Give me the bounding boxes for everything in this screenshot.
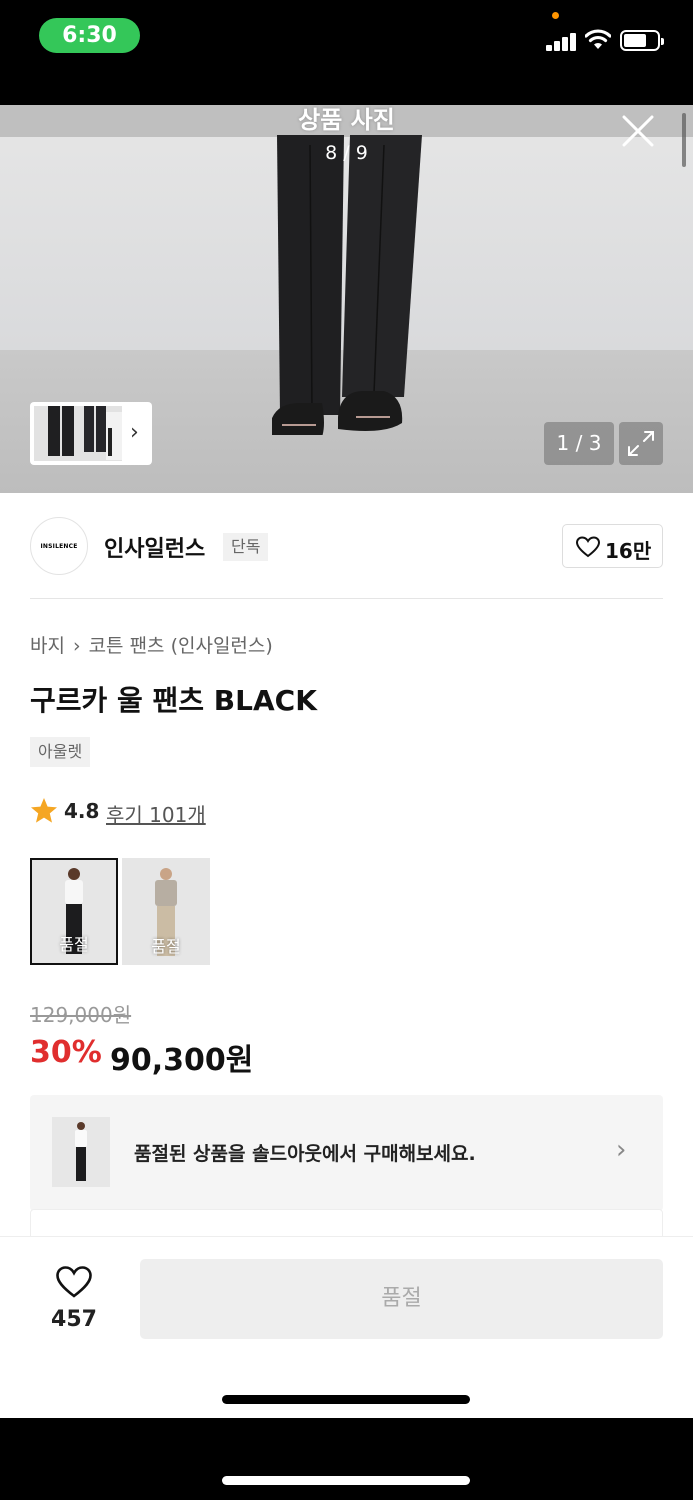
product-detail-content: INSILENCE 인사일런스 단독 16만 바지 › 코튼 팬츠 (인사일런스) … (0, 493, 693, 1236)
star-icon (31, 798, 57, 823)
home-indicator[interactable] (222, 1476, 470, 1485)
wifi-icon (585, 29, 611, 49)
brand-name[interactable]: 인사일런스 (104, 531, 205, 563)
wishlist-button[interactable]: 457 (40, 1261, 108, 1332)
brand-like-button[interactable]: 16만 (562, 524, 663, 568)
close-icon[interactable] (618, 111, 658, 151)
soldout-marketplace-banner[interactable]: 품절된 상품을 솔드아웃에서 구매해보세요. › (30, 1095, 663, 1211)
brand-like-count: 16만 (605, 539, 652, 563)
banner-product-image (52, 1117, 110, 1187)
chevron-right-icon: › (130, 420, 139, 445)
status-bar: 6:30 (0, 0, 693, 105)
exclusive-badge: 단독 (223, 533, 269, 561)
wishlist-count: 457 (51, 1307, 97, 1332)
privacy-indicator-dot (552, 12, 559, 19)
home-indicator (222, 1395, 470, 1404)
expand-icon[interactable] (619, 422, 663, 465)
breadcrumb: 바지 › 코튼 팬츠 (인사일런스) (30, 631, 273, 658)
thumbnail-navigator[interactable]: › (30, 402, 152, 465)
heart-icon (56, 1266, 92, 1298)
brand-logo[interactable]: INSILENCE (30, 517, 88, 575)
outlet-badge: 아울렛 (30, 737, 91, 767)
reviews-link[interactable]: 후기 101개 (106, 799, 206, 828)
next-card (30, 1209, 663, 1236)
viewer-image-counter: 8 / 9 (325, 142, 368, 164)
image-page-indicator: 1 / 3 (544, 422, 614, 465)
chevron-right-icon: › (72, 635, 81, 657)
rating-value: 4.8 (64, 799, 100, 823)
system-bottom-area (0, 1418, 693, 1500)
product-image-viewer[interactable]: 상품 사진 8 / 9 › 1 / 3 (0, 105, 693, 493)
cellular-signal-icon (546, 31, 578, 51)
thumbnail-image (34, 406, 122, 461)
chevron-right-icon: › (616, 1135, 627, 1165)
soldout-label: 품절 (59, 935, 89, 954)
heart-icon (575, 536, 601, 558)
bottom-action-bar: 457 품절 (0, 1236, 693, 1418)
sale-price: 90,300원 (110, 1043, 254, 1078)
color-option-beige[interactable]: 품절 (122, 858, 210, 965)
battery-icon (620, 30, 664, 51)
soldout-label: 품절 (151, 937, 181, 956)
divider (30, 598, 663, 599)
original-price: 129,000원 (30, 1003, 132, 1027)
discount-rate: 30% (30, 1035, 102, 1070)
product-photo (272, 135, 422, 435)
breadcrumb-subcategory[interactable]: 코튼 팬츠 (인사일런스) (89, 635, 273, 657)
status-time: 6:30 (39, 18, 140, 53)
purchase-button-disabled[interactable]: 품절 (140, 1259, 663, 1339)
viewer-title: 상품 사진 (298, 106, 395, 134)
breadcrumb-category[interactable]: 바지 (30, 635, 65, 657)
color-option-black[interactable]: 품절 (30, 858, 118, 965)
banner-text: 품절된 상품을 솔드아웃에서 구매해보세요. (134, 1143, 476, 1165)
product-title: 구르카 울 팬츠 BLACK (30, 684, 317, 717)
